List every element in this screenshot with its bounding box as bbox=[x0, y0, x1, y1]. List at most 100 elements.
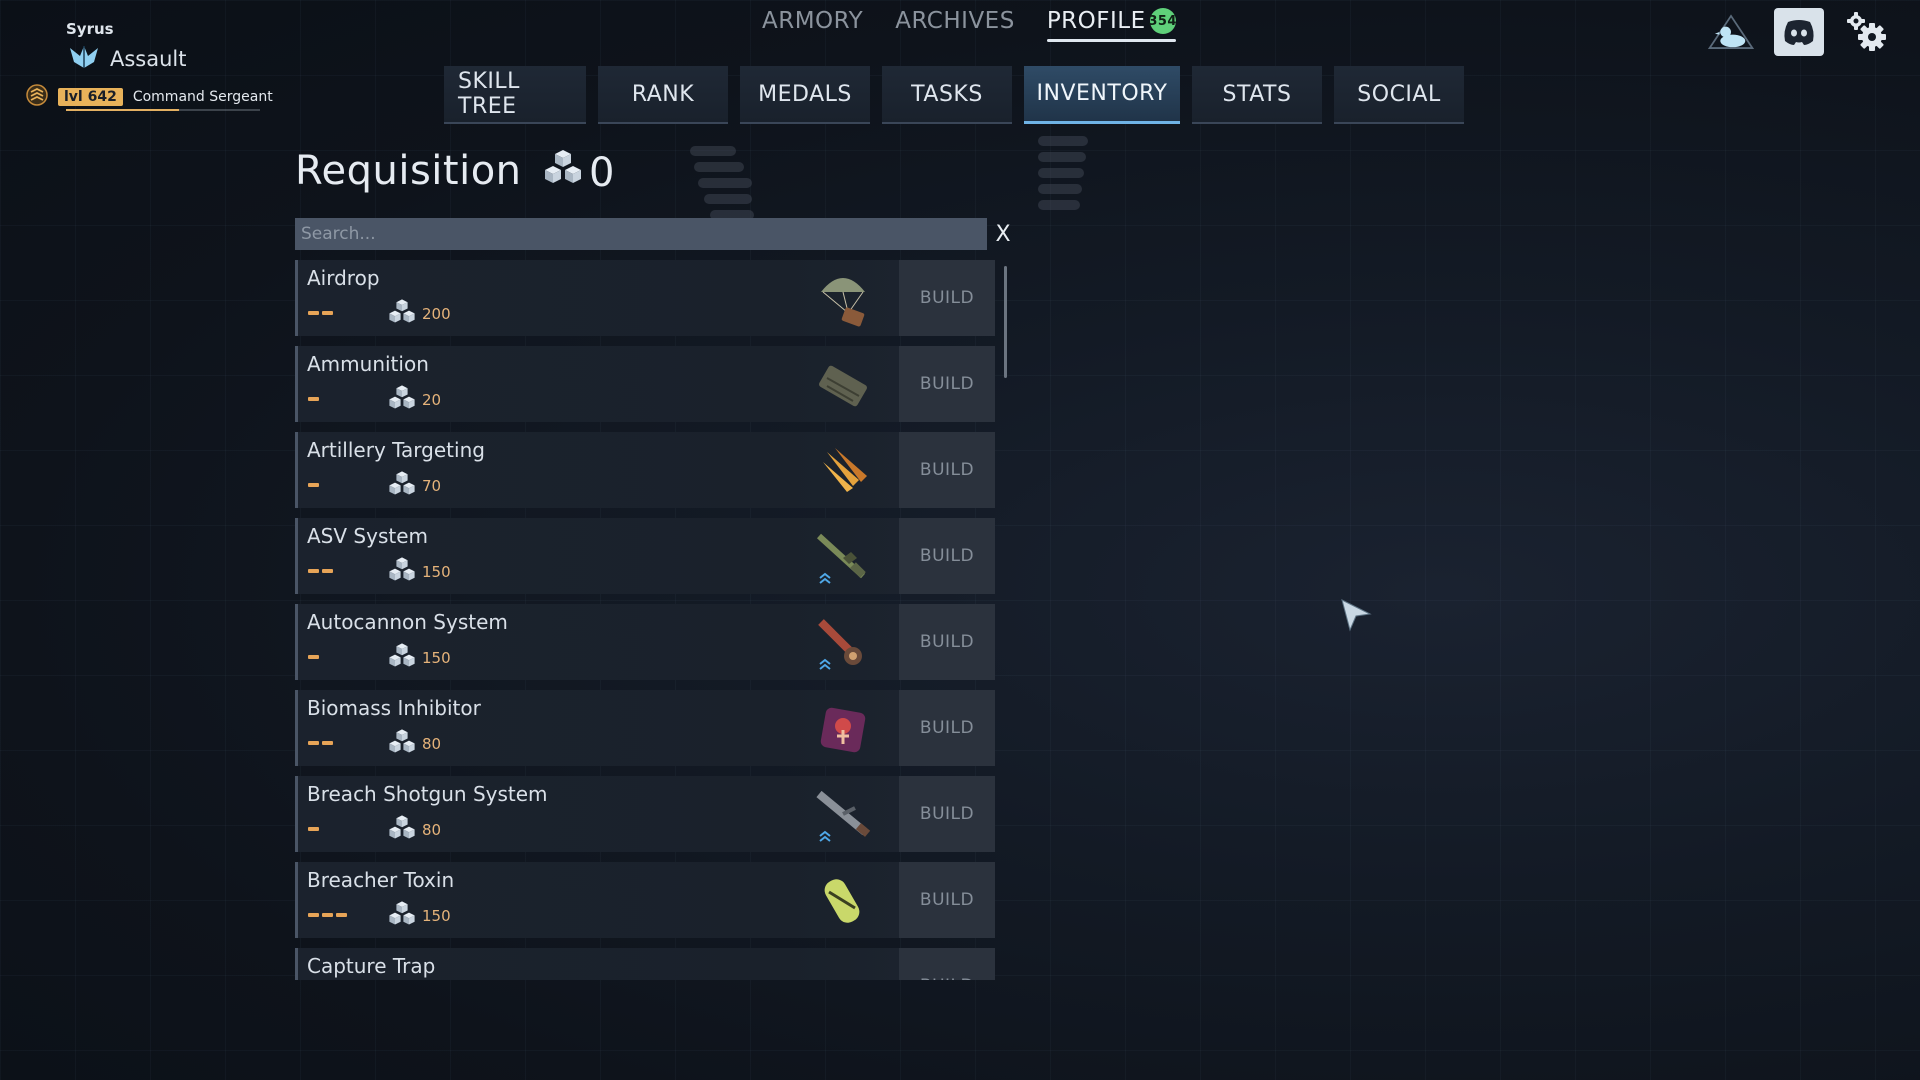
tab-medals[interactable]: MEDALS bbox=[740, 66, 870, 124]
build-button[interactable]: BUILD bbox=[899, 776, 995, 852]
settings-icon[interactable] bbox=[1842, 8, 1892, 56]
capture-trap-icon bbox=[813, 958, 873, 980]
build-button[interactable]: BUILD bbox=[899, 346, 995, 422]
tier-pip bbox=[322, 913, 333, 917]
requisition-list[interactable]: Airdrop 200 BUILD Ammunition 20 BUILD Artiller… bbox=[295, 260, 995, 980]
background-decoration bbox=[690, 146, 754, 220]
build-button[interactable]: BUILD bbox=[899, 948, 995, 980]
list-item[interactable]: Breacher Toxin 150 BUILD bbox=[295, 862, 995, 938]
class-label: Assault bbox=[110, 47, 187, 71]
level-badge: lvl 642 bbox=[58, 88, 123, 106]
tier-pip bbox=[308, 483, 319, 487]
artillery-shells-icon bbox=[813, 442, 873, 502]
tier-indicator bbox=[308, 741, 333, 745]
player-class: Assault bbox=[66, 42, 187, 76]
tier-pip bbox=[308, 913, 319, 917]
tier-pip bbox=[322, 741, 333, 745]
item-cost: 200 bbox=[388, 298, 451, 330]
tier-pip bbox=[322, 569, 333, 573]
tab-stats[interactable]: STATS bbox=[1192, 66, 1322, 124]
player-level-row: lvl 642 Command Sergeant bbox=[26, 84, 273, 110]
duck-icon[interactable] bbox=[1706, 8, 1756, 56]
clear-search-button[interactable]: X bbox=[987, 218, 1019, 250]
item-name: Ammunition bbox=[307, 352, 429, 376]
list-item[interactable]: Capture Trap BUILD bbox=[295, 948, 995, 980]
resource-cubes-icon bbox=[543, 148, 583, 198]
tier-pip bbox=[308, 397, 319, 401]
rank-chevron-icon bbox=[26, 84, 48, 110]
tier-indicator bbox=[308, 913, 347, 917]
list-item[interactable]: Artillery Targeting 70 BUILD bbox=[295, 432, 995, 508]
xp-progress-bar bbox=[66, 109, 260, 111]
build-button[interactable]: BUILD bbox=[899, 690, 995, 766]
cost-value: 150 bbox=[422, 907, 451, 925]
item-cost: 70 bbox=[388, 470, 441, 502]
tab-tasks[interactable]: TASKS bbox=[882, 66, 1012, 124]
cost-value: 80 bbox=[422, 821, 442, 839]
build-button[interactable]: BUILD bbox=[899, 432, 995, 508]
build-button[interactable]: BUILD bbox=[899, 604, 995, 680]
upgrade-chevron-icon bbox=[818, 828, 832, 847]
tab-social[interactable]: SOCIAL bbox=[1334, 66, 1464, 124]
discord-icon[interactable] bbox=[1774, 8, 1824, 56]
tab-skill-tree[interactable]: SKILL TREE bbox=[444, 66, 586, 124]
background-decoration-2 bbox=[1038, 136, 1098, 210]
tier-indicator bbox=[308, 655, 319, 659]
tier-indicator bbox=[308, 311, 333, 315]
nav-armory[interactable]: ARMORY bbox=[762, 8, 863, 42]
item-cost: 150 bbox=[388, 642, 451, 674]
profile-sub-tabs: SKILL TREE RANK MEDALS TASKS INVENTORY S… bbox=[444, 66, 1464, 124]
item-name: Artillery Targeting bbox=[307, 438, 485, 462]
top-right-toolbar bbox=[1706, 8, 1892, 56]
build-button[interactable]: BUILD bbox=[899, 260, 995, 336]
list-item[interactable]: Airdrop 200 BUILD bbox=[295, 260, 995, 336]
tier-pip bbox=[308, 741, 319, 745]
tab-inventory[interactable]: INVENTORY bbox=[1024, 66, 1180, 124]
page-title: Requisition bbox=[295, 148, 522, 194]
cost-value: 20 bbox=[422, 391, 442, 409]
toxin-canister-icon bbox=[813, 872, 873, 932]
requisition-balance: 0 bbox=[543, 148, 614, 198]
tier-indicator bbox=[308, 397, 319, 401]
resource-cubes-icon bbox=[388, 642, 416, 674]
tier-pip bbox=[336, 913, 347, 917]
item-cost: 80 bbox=[388, 728, 441, 760]
item-name: Biomass Inhibitor bbox=[307, 696, 481, 720]
build-button[interactable]: BUILD bbox=[899, 862, 995, 938]
list-item[interactable]: Biomass Inhibitor 80 BUILD bbox=[295, 690, 995, 766]
cost-value: 150 bbox=[422, 649, 451, 667]
nav-profile[interactable]: PROFILE 354 bbox=[1046, 8, 1176, 42]
item-cost: 150 bbox=[388, 900, 451, 932]
cost-value: 70 bbox=[422, 477, 442, 495]
resource-cubes-icon bbox=[388, 814, 416, 846]
cost-value: 80 bbox=[422, 735, 442, 753]
item-name: Breacher Toxin bbox=[307, 868, 455, 892]
item-name: Autocannon System bbox=[307, 610, 508, 634]
cursor-icon bbox=[1340, 598, 1372, 638]
resource-cubes-icon bbox=[388, 384, 416, 416]
upgrade-chevron-icon bbox=[818, 656, 832, 675]
tier-pip bbox=[308, 311, 319, 315]
top-navigation: ARMORY ARCHIVES PROFILE 354 bbox=[762, 8, 1176, 42]
tier-pip bbox=[308, 655, 319, 659]
player-name: Syrus bbox=[66, 20, 114, 38]
list-item[interactable]: Ammunition 20 BUILD bbox=[295, 346, 995, 422]
nav-archives[interactable]: ARCHIVES bbox=[895, 8, 1015, 42]
tab-rank[interactable]: RANK bbox=[598, 66, 728, 124]
item-cost: 150 bbox=[388, 556, 451, 588]
resource-cubes-icon bbox=[388, 900, 416, 932]
item-name: Capture Trap bbox=[307, 954, 436, 978]
list-item[interactable]: ASV System 150 BUILD bbox=[295, 518, 995, 594]
search-bar: X bbox=[295, 218, 1019, 250]
list-scrollbar[interactable] bbox=[1004, 266, 1007, 378]
build-button[interactable]: BUILD bbox=[899, 518, 995, 594]
parachute-crate-icon bbox=[813, 270, 873, 330]
search-input[interactable] bbox=[295, 218, 987, 250]
tier-pip bbox=[322, 311, 333, 315]
rank-title: Command Sergeant bbox=[132, 89, 273, 105]
tier-pip bbox=[308, 569, 319, 573]
list-item[interactable]: Autocannon System 150 BUILD bbox=[295, 604, 995, 680]
list-item[interactable]: Breach Shotgun System 80 BUILD bbox=[295, 776, 995, 852]
cost-value: 200 bbox=[422, 305, 451, 323]
tier-pip bbox=[308, 827, 319, 831]
